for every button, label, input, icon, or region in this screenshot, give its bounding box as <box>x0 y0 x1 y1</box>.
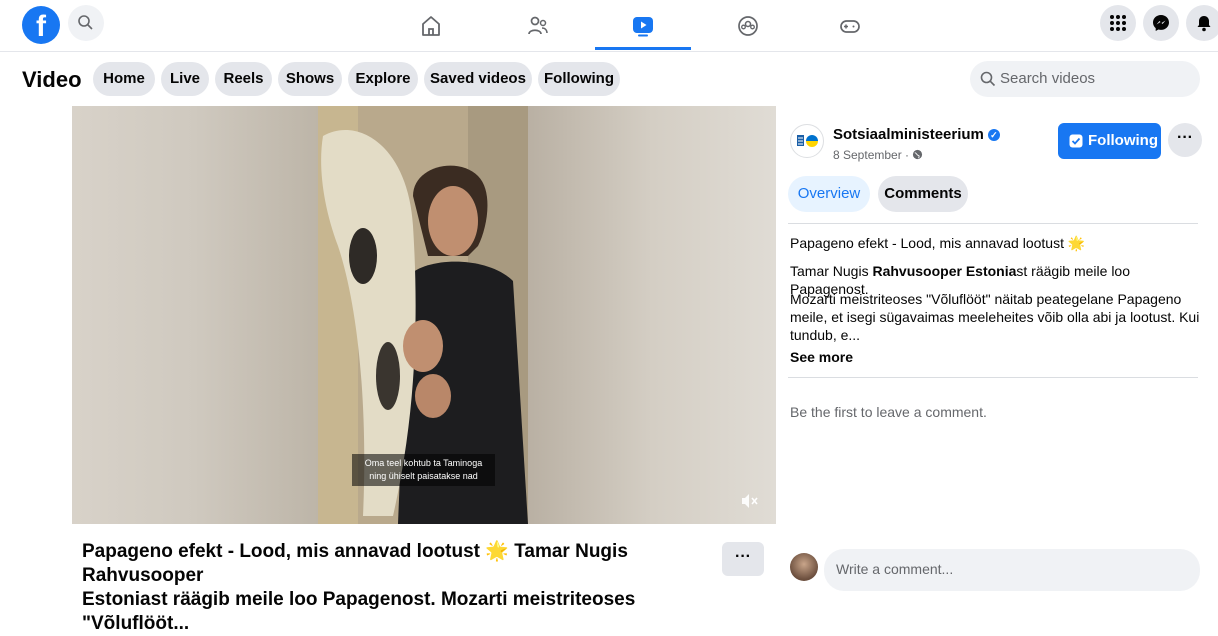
verified-badge-icon: ✓ <box>987 129 1000 141</box>
video-title-line: Papageno efekt - Lood, mis annavad lootu… <box>82 541 628 586</box>
notifications-button[interactable] <box>1186 5 1218 41</box>
volume-muted-icon <box>742 494 758 508</box>
subtitle-line: Oma teel kohtub ta Taminoga <box>364 458 483 468</box>
bell-icon <box>1197 16 1211 32</box>
user-avatar[interactable] <box>790 553 818 581</box>
description-text: Tamar Nugis <box>790 263 873 279</box>
mentioned-page-link[interactable]: Rahvusooper Estonia <box>872 263 1016 279</box>
mute-button[interactable] <box>738 490 760 515</box>
following-button[interactable]: Following <box>1058 123 1161 159</box>
see-more-link[interactable]: See more <box>790 349 853 365</box>
tab-explore[interactable]: Explore <box>348 62 418 96</box>
description-paragraph: Mozarti meistriteoses "Võluflööt" näitab… <box>790 291 1200 343</box>
globe-icon <box>913 149 923 160</box>
grid-menu-icon <box>1110 15 1126 31</box>
tab-saved-videos[interactable]: Saved videos <box>424 62 532 96</box>
search-button[interactable] <box>68 5 104 41</box>
page-avatar[interactable] <box>790 124 824 158</box>
menu-button[interactable] <box>1100 5 1136 41</box>
post-date-text[interactable]: 8 September · <box>833 148 912 162</box>
divider <box>788 377 1198 378</box>
ministry-logo-icon <box>797 135 818 147</box>
search-icon <box>78 15 93 30</box>
tab-shows[interactable]: Shows <box>278 62 342 96</box>
groups-icon <box>738 16 758 36</box>
video-player[interactable]: Oma teel kohtub ta Taminoga ning ühiselt… <box>72 106 776 524</box>
nav-groups-button[interactable] <box>728 8 768 44</box>
search-icon <box>980 71 996 87</box>
home-icon <box>422 16 440 36</box>
nav-active-indicator <box>595 47 691 50</box>
tab-reels[interactable]: Reels <box>215 62 272 96</box>
tab-live[interactable]: Live <box>161 62 209 96</box>
section-title: Video <box>22 67 82 92</box>
page-name[interactable]: Sotsiaalministeerium ✓ <box>833 126 1000 143</box>
tab-home[interactable]: Home <box>93 62 155 96</box>
page-name-text[interactable]: Sotsiaalministeerium <box>833 126 984 143</box>
nav-friends-button[interactable] <box>518 8 558 44</box>
comment-input[interactable]: Write a comment... <box>824 549 1200 591</box>
messenger-icon <box>1153 15 1169 31</box>
following-label: Following <box>1088 132 1158 149</box>
divider <box>788 223 1198 224</box>
tab-following[interactable]: Following <box>538 62 620 96</box>
video-title-line: Estoniast räägib meile loo Papagenost. M… <box>82 589 636 634</box>
video-subnav: Video Home Live Reels Shows Explore Save… <box>0 52 1218 106</box>
subtitle-line: ning ühiselt paisatakse nad <box>369 471 478 481</box>
nav-home-button[interactable] <box>411 8 451 44</box>
comment-placeholder: Write a comment... <box>836 561 954 577</box>
blurred-backdrop-right <box>528 106 776 524</box>
tab-comments[interactable]: Comments <box>878 176 968 212</box>
nav-video-button[interactable] <box>623 8 663 44</box>
search-placeholder: Search videos <box>1000 70 1096 87</box>
video-title: Papageno efekt - Lood, mis annavad lootu… <box>82 540 722 636</box>
search-videos-input[interactable]: Search videos <box>970 61 1200 97</box>
gaming-icon <box>840 20 860 33</box>
no-comments-text: Be the first to leave a comment. <box>790 404 987 420</box>
video-info-panel: Sotsiaalministeerium ✓ 8 September · Foll… <box>776 106 1218 592</box>
video-more-options-button[interactable]: ··· <box>722 542 764 576</box>
messenger-button[interactable] <box>1143 5 1179 41</box>
blurred-backdrop-left <box>72 106 318 524</box>
post-date[interactable]: 8 September · <box>833 148 923 162</box>
facebook-logo-icon[interactable]: f <box>22 6 60 44</box>
friends-icon <box>528 16 548 35</box>
tab-overview[interactable]: Overview <box>788 176 870 212</box>
following-check-icon <box>1069 134 1083 148</box>
nav-gaming-button[interactable] <box>830 8 870 44</box>
video-subtitle: Oma teel kohtub ta Taminoga ning ühiselt… <box>352 454 495 486</box>
page-more-options-button[interactable]: ··· <box>1168 123 1202 157</box>
video-icon <box>633 17 653 37</box>
description-line: Papageno efekt - Lood, mis annavad lootu… <box>790 235 1086 251</box>
top-nav-bar: f <box>0 0 1218 52</box>
